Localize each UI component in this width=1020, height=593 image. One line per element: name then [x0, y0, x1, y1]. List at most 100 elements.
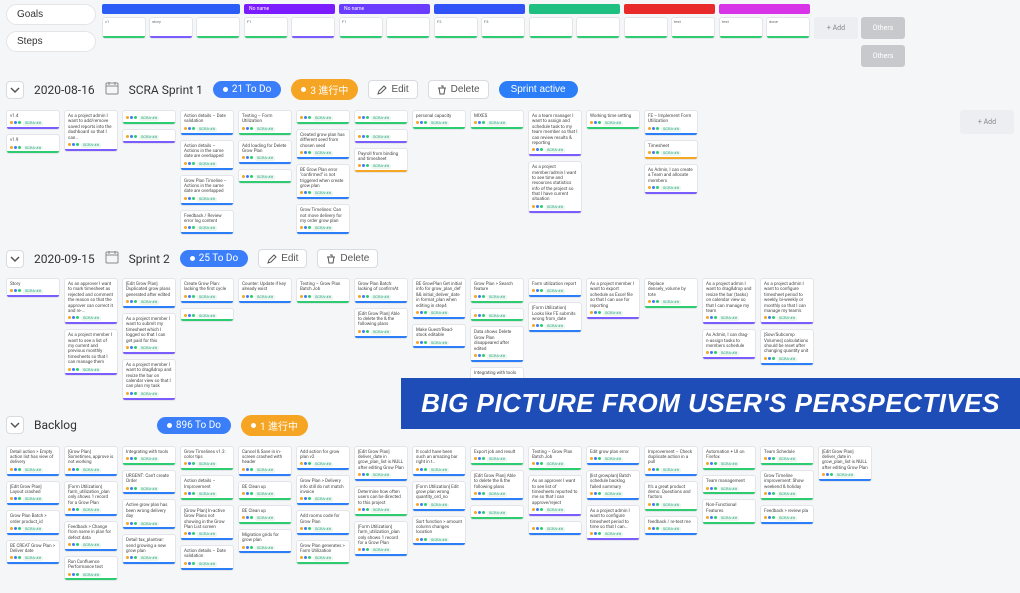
story-card[interactable]: Grow Plan > Search featureSCRA-## [470, 278, 524, 304]
story-card[interactable]: SCRA-## [122, 110, 176, 125]
story-card[interactable]: Grow Plan Batch > order product_idSCRA-#… [6, 510, 60, 536]
story-card[interactable]: Feedback > review plaSCRA-## [760, 505, 814, 525]
story-card[interactable]: Grow Plan Batch: lacking of confirmAtSCR… [354, 278, 408, 304]
story-card[interactable]: Action details – Date validationSCRA-## [180, 545, 234, 571]
story-card[interactable]: [Form Utilization] Looks like FE submits… [528, 302, 582, 333]
story-card[interactable]: Export job and resultSCRA-## [470, 446, 524, 466]
lane-header[interactable] [624, 4, 715, 14]
story-card[interactable]: BE Clean upSCRA-## [238, 481, 292, 501]
lane-add-button[interactable]: + Add [814, 17, 858, 39]
story-card[interactable]: As a project member I want to export sch… [586, 278, 640, 320]
story-card[interactable]: Run Confluence Performance testSCRA-## [64, 556, 118, 582]
sprint-1-collapse-toggle[interactable] [6, 81, 24, 99]
lane-card[interactable] [529, 17, 573, 39]
story-card[interactable]: BE Clean upSCRA-## [238, 505, 292, 525]
story-card[interactable]: As a team manager I want to assign and s… [528, 110, 582, 157]
lane-card[interactable]: test [671, 17, 715, 39]
lane-card[interactable] [576, 17, 620, 39]
story-card[interactable]: Grow Timelines: Can not move delivery fo… [296, 204, 350, 235]
story-card[interactable]: Detail action > Empty action list has vi… [6, 446, 60, 477]
lane-card[interactable]: F1 [244, 17, 288, 39]
story-card[interactable]: [Form Utilization] Edit grow plan wrong … [412, 481, 466, 512]
story-card[interactable]: Testing – Grow Plan Batch JobSCRA-## [296, 278, 350, 304]
story-card[interactable]: As Admin, I can drag-n-assign tasks to m… [702, 329, 756, 360]
lane-header[interactable] [529, 4, 620, 14]
calendar-icon[interactable] [105, 250, 119, 267]
lane-card[interactable]: v1 [102, 17, 146, 39]
story-card[interactable]: Team ScheduleSCRA-## [760, 446, 814, 466]
story-card[interactable]: As a project admin I want to drag&drop a… [702, 278, 756, 325]
lane-others-button-2[interactable]: Others [861, 45, 905, 67]
lane-card[interactable]: F1 [339, 17, 383, 39]
story-card[interactable]: Add loading for Delete Grow PlanSCRA-## [238, 140, 292, 166]
story-card[interactable]: Counter: Update if key already existSCRA… [238, 278, 292, 304]
story-card[interactable]: Payroll from binding and timesheetSCRA-#… [354, 148, 408, 174]
lane-card[interactable] [196, 17, 240, 39]
lane-card[interactable] [624, 17, 668, 39]
story-card[interactable]: SCRA-## [354, 129, 408, 144]
story-card[interactable]: SCRA-## [470, 505, 524, 520]
story-card[interactable]: Sort function > amount column changes lo… [412, 516, 466, 547]
story-card[interactable]: Cancel & Save in in-screen crashed with … [238, 446, 292, 477]
story-card[interactable]: TimesheetSCRA-## [644, 140, 698, 160]
sprint-2-todo-badge[interactable]: 25 To Do [180, 250, 248, 267]
goals-button[interactable]: Goals [6, 4, 96, 25]
backlog-collapse-toggle[interactable] [6, 416, 24, 434]
story-card[interactable]: As an approver I want to see list of tim… [528, 475, 582, 517]
story-card[interactable]: [Form Utilization] farm_utilization_plan… [64, 481, 118, 517]
story-card[interactable]: Make Guest/Read-stock editableSCRA-## [412, 324, 466, 350]
story-card[interactable]: Edit grow plan errorSCRA-## [586, 446, 640, 466]
story-card[interactable]: [Edit Grow Plan] Able to delete the & th… [354, 308, 408, 339]
calendar-icon[interactable] [105, 81, 119, 98]
story-card[interactable]: Add rooms code for Grow PlanSCRA-## [296, 510, 350, 536]
lane-card[interactable]: story [149, 17, 193, 39]
story-card[interactable]: As a project member I want to see a list… [64, 329, 118, 376]
story-card[interactable]: Grow Plan Timeline – Actions in the same… [180, 175, 234, 206]
story-card[interactable]: SCRA-## [122, 129, 176, 144]
lane-card[interactable] [291, 17, 335, 39]
sprint-active-button[interactable]: Sprint active [499, 81, 578, 98]
story-card[interactable]: As a project member I want to submit my … [122, 313, 176, 355]
lane-card[interactable]: F2 [434, 17, 478, 39]
story-card[interactable]: FE – Implement Form UtilizationSCRA-## [644, 110, 698, 136]
steps-button[interactable]: Steps [6, 31, 96, 52]
story-card[interactable]: SCRA-## [296, 110, 350, 125]
sprint-1-add-card[interactable]: + Add [960, 110, 1014, 134]
story-card[interactable]: [Grow Plan] In-active Grow Plans not sho… [180, 505, 234, 541]
lane-header[interactable]: No name [244, 4, 335, 14]
story-card[interactable]: [Grow Plan] Sometimes, approve is not wo… [64, 446, 118, 477]
lane-card[interactable] [386, 17, 430, 39]
story-card[interactable]: It's a great product demo. Questions and… [644, 481, 698, 512]
story-card[interactable]: As an approver I want to mark timesheet … [64, 278, 118, 325]
story-card[interactable]: personal capacitySCRA-## [412, 110, 466, 130]
story-card[interactable]: Determine how often users can be directe… [354, 486, 408, 517]
lane-header[interactable] [102, 4, 240, 14]
story-card[interactable]: Action details – ImprovementSCRA-## [180, 475, 234, 501]
story-card[interactable]: Farm utilization reportSCRA-## [528, 278, 582, 298]
sprint-2-delete-button[interactable]: Delete [317, 249, 378, 268]
story-card[interactable]: As a project member/admin I want to see … [528, 161, 582, 214]
story-card[interactable]: v1.9SCRA-## [6, 134, 60, 154]
story-card[interactable]: BE CREAT Grow Plan > Deliver dateSCRA-## [6, 540, 60, 566]
story-card[interactable]: BE Grow Plan error "confirmed" is not tr… [296, 164, 350, 200]
story-card[interactable]: As a project admin I want to add/remove … [64, 110, 118, 152]
story-card[interactable]: Migration grids for grow planSCRA-## [238, 529, 292, 555]
story-card[interactable]: As a project admin I want to configure t… [586, 505, 640, 541]
sprint-1-edit-button[interactable]: Edit [368, 80, 417, 99]
lane-others-button[interactable]: Others [861, 17, 905, 39]
story-card[interactable]: Created grow plan has different seed fro… [296, 129, 350, 160]
story-card[interactable]: Data shows Delete Grow Plan disappeared … [470, 326, 524, 362]
story-card[interactable]: Replace densely_volume by toteSCRA-## [644, 278, 698, 309]
backlog-todo-badge[interactable]: 896 To Do [157, 417, 231, 434]
story-card[interactable]: [Edit Grow Plan] deliver_date in grow_pl… [354, 446, 408, 482]
story-card[interactable]: [list growplan] Batch schedule backlog f… [586, 470, 640, 501]
story-card[interactable]: Detail tax_plantvar: send growing a new … [122, 534, 176, 565]
story-card[interactable]: Grow Plan > Delivery info still do not m… [296, 475, 350, 506]
story-card[interactable]: Action details – Date validationSCRA-## [180, 110, 234, 136]
story-card[interactable]: [Edit Grow Plan] Duplicated grow plans g… [122, 278, 176, 309]
story-card[interactable]: Action details – Actions in the same dat… [180, 140, 234, 171]
story-card[interactable]: StorySCRA-## [6, 278, 60, 298]
sprint-1-progress-badge[interactable]: 3 進行中 [291, 79, 358, 100]
story-card[interactable]: [Sow/Subcomp Volumes] calculations shoul… [760, 329, 814, 365]
story-card[interactable]: SCRA-## [470, 308, 524, 323]
